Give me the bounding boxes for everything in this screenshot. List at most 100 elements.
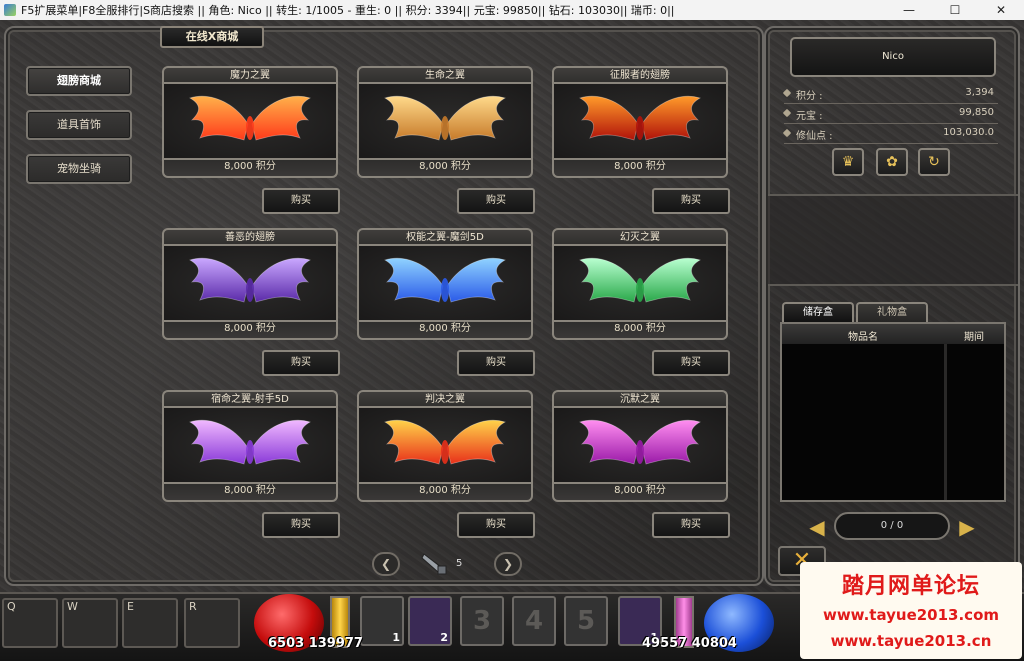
skill-slot-4[interactable]: 4	[512, 596, 556, 646]
item-card: 判决之翼 8,000 积分 购买	[357, 390, 535, 538]
watermark-url-cn: www.tayue2013.cn	[830, 632, 992, 650]
hotkey-slot-w[interactable]: W	[62, 598, 118, 648]
hotkey-label: W	[67, 600, 78, 613]
item-image[interactable]	[357, 244, 533, 322]
wing-icon	[383, 257, 507, 303]
close-window-button[interactable]: ✕	[978, 0, 1024, 20]
item-price: 8,000 积分	[357, 160, 533, 178]
shop-title-tab: 在线X商城	[160, 26, 264, 48]
player-name: Nico	[790, 37, 996, 77]
item-card: 善恶的翅膀 8,000 积分 购买	[162, 228, 340, 376]
hotkey-label: R	[189, 600, 197, 613]
tab-storage[interactable]: 储存盒	[782, 302, 854, 322]
item-image[interactable]	[552, 406, 728, 484]
item-price: 8,000 积分	[162, 322, 338, 340]
stat-value: 99,850	[959, 107, 994, 118]
item-price: 8,000 积分	[162, 484, 338, 502]
window-title: F5扩展菜单|F8全服排行|S商店搜索 || 角色: Nico || 转生: 1…	[21, 4, 675, 17]
skill-number: 3	[472, 606, 492, 636]
item-image[interactable]	[357, 406, 533, 484]
watermark-title: 踏月网单论坛	[841, 574, 980, 599]
category-wings-button[interactable]: 翅膀商城	[26, 66, 132, 96]
item-image[interactable]	[162, 244, 338, 322]
stat-value: 3,394	[965, 87, 994, 98]
page-number: 5	[456, 558, 463, 569]
app-icon	[4, 4, 16, 16]
cursor-page-icon	[421, 553, 447, 575]
stat-label: 积分 :	[796, 91, 823, 102]
item-card: 权能之翼-魔剑5D 8,000 积分 购买	[357, 228, 535, 376]
next-page-button[interactable]: ❯	[494, 552, 522, 576]
buy-button[interactable]: 购买	[457, 350, 535, 376]
item-price: 8,000 积分	[162, 160, 338, 178]
tab-gift[interactable]: 礼物盒	[856, 302, 928, 322]
wing-icon	[188, 95, 312, 141]
forum-watermark: 踏月网单论坛 www.tayue2013.com www.tayue2013.c…	[800, 562, 1022, 659]
stat-points: 积分 : 3,394	[782, 86, 996, 102]
wing-icon	[383, 95, 507, 141]
category-pets-button[interactable]: 宠物坐骑	[26, 154, 132, 184]
item-card: 幻灭之翼 8,000 积分 购买	[552, 228, 730, 376]
bullet-icon	[782, 88, 792, 98]
wing-icon	[578, 419, 702, 465]
maximize-button[interactable]: ☐	[932, 0, 978, 20]
crown-shop-button[interactable]: ♛	[832, 148, 864, 176]
watermark-url-com: www.tayue2013.com	[822, 606, 1000, 624]
divider	[784, 143, 998, 144]
item-image[interactable]	[357, 82, 533, 160]
category-items-button[interactable]: 道具首饰	[26, 110, 132, 140]
item-price: 8,000 积分	[552, 160, 728, 178]
stat-label: 元宝 :	[796, 111, 823, 122]
skill-slot-1[interactable]: 1	[360, 596, 404, 646]
skill-slot-5[interactable]: 5	[564, 596, 608, 646]
buy-button[interactable]: 购买	[457, 512, 535, 538]
storage-list: 物品名 期间	[780, 322, 1006, 502]
item-image[interactable]	[162, 406, 338, 484]
hotkey-slot-e[interactable]: E	[122, 598, 178, 648]
storage-prev-arrow[interactable]: ◀	[804, 516, 830, 538]
item-card: 生命之翼 8,000 积分 购买	[357, 66, 535, 214]
wing-icon	[188, 257, 312, 303]
skill-count: 2	[440, 631, 448, 644]
preview-area	[768, 194, 1018, 286]
storage-next-arrow[interactable]: ▶	[954, 516, 980, 538]
item-image[interactable]	[552, 244, 728, 322]
col-period: 期间	[964, 332, 984, 343]
wing-icon	[578, 95, 702, 141]
item-image[interactable]	[162, 82, 338, 160]
hotkey-slot-q[interactable]: Q	[2, 598, 58, 648]
item-card: 宿命之翼-射手5D 8,000 积分 购买	[162, 390, 340, 538]
skill-number: 5	[576, 606, 596, 636]
buy-button[interactable]: 购买	[262, 350, 340, 376]
refresh-button[interactable]: ↻	[918, 148, 950, 176]
window-titlebar: F5扩展菜单|F8全服排行|S商店搜索 || 角色: Nico || 转生: 1…	[0, 0, 1024, 20]
hotkey-slot-r[interactable]: R	[184, 598, 240, 648]
divider	[784, 103, 998, 104]
storage-header: 物品名 期间	[782, 324, 1004, 344]
skill-slot-3[interactable]: 3	[460, 596, 504, 646]
buy-button[interactable]: 购买	[652, 188, 730, 214]
stat-yuanbao: 元宝 : 99,850	[782, 106, 996, 122]
item-card: 沉默之翼 8,000 积分 购买	[552, 390, 730, 538]
skill-number: 4	[524, 606, 544, 636]
hotkey-label: E	[127, 600, 134, 613]
item-price: 8,000 积分	[552, 322, 728, 340]
buy-button[interactable]: 购买	[652, 350, 730, 376]
prev-page-button[interactable]: ❮	[372, 552, 400, 576]
wing-icon	[188, 419, 312, 465]
item-card: 魔力之翼 8,000 积分 购买	[162, 66, 340, 214]
buy-button[interactable]: 购买	[457, 188, 535, 214]
item-card: 征服者的翅膀 8,000 积分 购买	[552, 66, 730, 214]
bullet-icon	[782, 108, 792, 118]
divider	[784, 123, 998, 124]
stat-cultivation: 修仙点 : 103,030.0	[782, 126, 996, 142]
buy-button[interactable]: 购买	[262, 512, 340, 538]
buy-button[interactable]: 购买	[652, 512, 730, 538]
item-price: 8,000 积分	[552, 484, 728, 502]
skill-slot-2[interactable]: 2	[408, 596, 452, 646]
minimize-button[interactable]: —	[886, 0, 932, 20]
coins-button[interactable]: ✿	[876, 148, 908, 176]
item-image[interactable]	[552, 82, 728, 160]
buy-button[interactable]: 购买	[262, 188, 340, 214]
hotkey-label: Q	[7, 600, 16, 613]
